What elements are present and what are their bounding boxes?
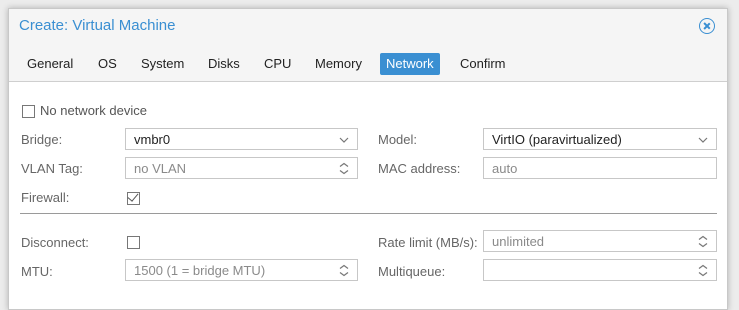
multiqueue-label: Multiqueue: [378,264,446,279]
tab-cpu[interactable]: CPU [258,53,297,75]
tab-network[interactable]: Network [380,53,440,75]
close-icon[interactable] [699,18,715,34]
multiqueue-field[interactable] [483,259,717,281]
disconnect-checkbox[interactable] [127,236,140,249]
tab-system[interactable]: System [135,53,190,75]
mac-address-label: MAC address: [378,161,461,176]
mac-address-placeholder: auto [492,161,518,176]
bridge-select[interactable]: vmbr0 [125,128,358,150]
tab-os[interactable]: OS [92,53,123,75]
vlan-tag-field[interactable]: no VLAN [125,157,358,179]
bridge-label: Bridge: [21,132,63,147]
rate-limit-placeholder: unlimited [492,234,545,249]
chevron-down-icon[interactable] [698,135,708,145]
model-label: Model: [378,132,418,147]
firewall-checkbox[interactable] [127,190,140,205]
rate-limit-field[interactable]: unlimited [483,230,717,252]
spinner-arrows-icon[interactable] [698,235,708,248]
wizard-tabbar: General OS System Disks CPU Memory Netwo… [9,45,727,82]
spinner-arrows-icon[interactable] [698,264,708,277]
tab-memory[interactable]: Memory [309,53,368,75]
tab-general[interactable]: General [21,53,79,75]
mtu-label: MTU: [21,264,53,279]
mtu-placeholder: 1500 (1 = bridge MTU) [134,263,266,278]
tab-disks[interactable]: Disks [202,53,246,75]
advanced-divider [20,213,717,214]
dialog-titlebar: Create: Virtual Machine [9,9,727,45]
check-icon [127,190,139,202]
firewall-label: Firewall: [21,190,70,205]
no-network-device-label: No network device [40,103,147,118]
vlan-tag-label: VLAN Tag: [21,161,83,176]
model-value: VirtIO (paravirtualized) [492,132,622,147]
model-select[interactable]: VirtIO (paravirtualized) [483,128,717,150]
rate-limit-label: Rate limit (MB/s): [378,235,478,250]
tab-confirm[interactable]: Confirm [454,53,512,75]
chevron-down-icon[interactable] [339,135,349,145]
mac-address-field[interactable]: auto [483,157,717,179]
dialog-title: Create: Virtual Machine [19,17,176,34]
network-form: No network device Bridge: vmbr0 Model: V… [9,82,727,309]
vlan-tag-placeholder: no VLAN [134,161,187,176]
bridge-value: vmbr0 [134,132,171,147]
create-vm-dialog: Create: Virtual Machine General OS Syste… [8,8,728,310]
no-network-device-checkbox[interactable] [22,105,35,118]
spinner-arrows-icon[interactable] [339,162,349,175]
mtu-field[interactable]: 1500 (1 = bridge MTU) [125,259,358,281]
spinner-arrows-icon[interactable] [339,264,349,277]
disconnect-label: Disconnect: [21,235,89,250]
